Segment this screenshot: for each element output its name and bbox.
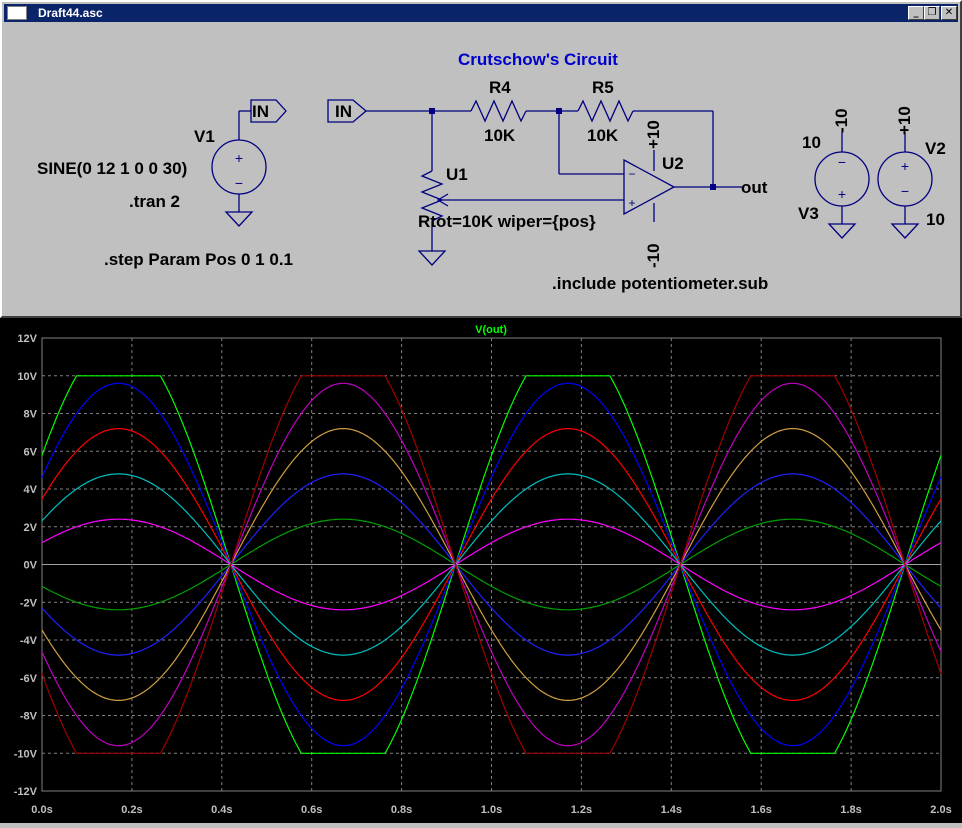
x-tick-label: 0.2s <box>121 804 142 816</box>
r4-resistor[interactable] <box>470 99 527 123</box>
ground-3-icon <box>827 223 857 239</box>
v3-minus-sign: − <box>838 154 846 170</box>
u1-params: Rtot=10K wiper={pos} <box>418 212 596 231</box>
y-tick-label: 6V <box>24 446 38 458</box>
step-directive: .step Param Pos 0 1 0.1 <box>104 250 293 269</box>
v2-node-label: +10 <box>895 106 914 135</box>
v2-minus-sign: − <box>901 183 909 199</box>
junction-dot-2 <box>556 108 562 114</box>
waveform-pane[interactable]: V(out) 12V 10V 8V 6V 4V 2V 0V -2V -4V -6V -8V -10V -… <box>0 318 962 823</box>
schematic-window: Draft44.asc _ ❐ ✕ + − − + + − − + Crutsc… <box>0 0 962 318</box>
v1-plus-sign: + <box>235 150 243 166</box>
v2-label: V2 <box>925 139 946 158</box>
tran-directive: .tran 2 <box>129 192 180 211</box>
x-tick-label: 1.8s <box>840 804 861 816</box>
minimize-button[interactable]: _ <box>908 6 924 20</box>
y-tick-label: 10V <box>17 371 37 383</box>
y-tick-label: -8V <box>20 711 38 723</box>
include-directive: .include potentiometer.sub <box>552 274 768 293</box>
trace-title[interactable]: V(out) <box>475 324 507 336</box>
v2-value: 10 <box>926 210 945 229</box>
x-tick-label: 1.2s <box>571 804 592 816</box>
ground-1-icon <box>224 211 254 227</box>
y-tick-label: 4V <box>24 484 38 496</box>
x-tick-label: 0.6s <box>301 804 322 816</box>
close-button[interactable]: ✕ <box>941 6 957 20</box>
junction-dot-3 <box>710 184 716 190</box>
v1-minus-sign: − <box>235 175 243 191</box>
out-label: out <box>741 178 768 197</box>
in-label-2: IN <box>335 102 352 121</box>
v3-node-label: -10 <box>832 108 851 133</box>
y-tick-label: -6V <box>20 673 38 685</box>
junction-dot-1 <box>429 108 435 114</box>
x-tick-label: 0.8s <box>391 804 412 816</box>
r5-resistor[interactable] <box>577 99 634 123</box>
y-tick-label: 0V <box>24 560 38 572</box>
y-tick-label: 12V <box>17 333 37 345</box>
waveform-plot[interactable]: V(out) 12V 10V 8V 6V 4V 2V 0V -2V -4V -6V -8V -10V -… <box>0 318 962 823</box>
opamp-plus-supply: +10 <box>644 120 663 149</box>
y-tick-label: 2V <box>24 522 38 534</box>
in-label-1: IN <box>252 102 269 121</box>
r5-label: R5 <box>592 78 614 97</box>
schematic-doc-icon <box>7 6 27 20</box>
opamp-minus-supply: -10 <box>644 243 663 268</box>
y-tick-label: -2V <box>20 597 38 609</box>
opamp-minus-pin: − <box>628 167 635 181</box>
x-tick-label: 0.4s <box>211 804 232 816</box>
x-tick-label: 1.4s <box>661 804 682 816</box>
restore-button[interactable]: ❐ <box>924 6 940 20</box>
v3-label: V3 <box>798 204 819 223</box>
title-bar[interactable]: Draft44.asc _ ❐ ✕ <box>4 4 958 22</box>
v3-plus-sign: + <box>838 186 846 202</box>
v1-label: V1 <box>194 127 215 146</box>
u1-label: U1 <box>446 165 468 184</box>
x-tick-label: 0.0s <box>31 804 52 816</box>
v1-value: SINE(0 12 1 0 0 30) <box>37 159 187 178</box>
opamp-plus-pin: + <box>628 196 635 210</box>
y-tick-label: 8V <box>24 409 38 421</box>
window-title: Draft44.asc <box>38 6 103 20</box>
schematic-svg[interactable]: + − − + + − − + Crutschow's Circuit V1 S… <box>8 26 958 314</box>
v3-value: 10 <box>802 133 821 152</box>
x-tick-label: 1.6s <box>750 804 771 816</box>
r4-value: 10K <box>484 126 516 145</box>
ground-2-icon <box>417 250 447 266</box>
x-tick-label: 1.0s <box>481 804 502 816</box>
schematic-heading: Crutschow's Circuit <box>458 50 618 69</box>
r4-label: R4 <box>489 78 511 97</box>
v2-plus-sign: + <box>901 158 909 174</box>
ground-4-icon <box>890 223 920 239</box>
y-tick-label: -10V <box>14 748 38 760</box>
y-tick-label: -12V <box>14 786 38 798</box>
u2-label: U2 <box>662 154 684 173</box>
y-tick-label: -4V <box>20 635 38 647</box>
x-tick-label: 2.0s <box>930 804 951 816</box>
r5-value: 10K <box>587 126 619 145</box>
schematic-canvas[interactable]: + − − + + − − + Crutschow's Circuit V1 S… <box>8 26 958 314</box>
